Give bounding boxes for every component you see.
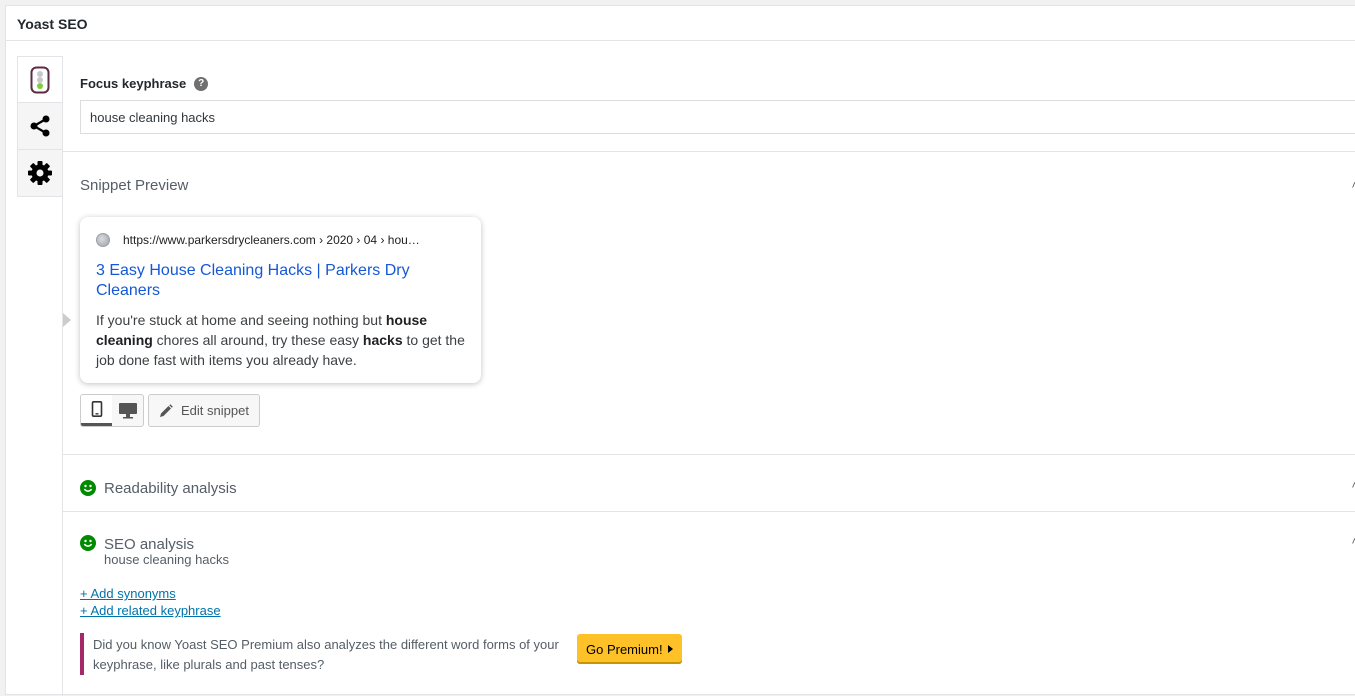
- help-icon[interactable]: ?: [194, 76, 209, 91]
- tab-seo[interactable]: [17, 56, 63, 103]
- chevron-up-icon[interactable]: ˄: [1352, 180, 1355, 192]
- tab-divider: [62, 56, 63, 696]
- globe-icon: [96, 233, 110, 247]
- tab-advanced[interactable]: [17, 150, 63, 197]
- seo-analysis-keyphrase: house cleaning hacks: [104, 552, 230, 567]
- snippet-url: https://www.parkersdrycleaners.com › 202…: [123, 233, 420, 247]
- premium-notice-text: Did you know Yoast SEO Premium also anal…: [93, 637, 559, 672]
- yoast-seo-panel: Yoast SEO Focus keyphrase ? house cleani…: [5, 5, 1355, 696]
- panel-title: Yoast SEO: [6, 6, 1355, 41]
- add-synonyms-link[interactable]: + Add synonyms: [80, 586, 176, 601]
- tab-social[interactable]: [17, 103, 63, 150]
- focus-keyphrase-input[interactable]: [80, 100, 1355, 134]
- smiley-good-icon: [80, 480, 96, 496]
- focus-keyphrase-label: Focus keyphrase ?: [80, 76, 209, 91]
- mobile-icon: [91, 401, 102, 417]
- seo-analysis-title[interactable]: SEO analysis: [104, 536, 194, 553]
- snippet-card: https://www.parkersdrycleaners.com › 202…: [80, 217, 481, 383]
- preview-mode-toggle: [80, 394, 144, 427]
- pencil-icon: [160, 403, 173, 417]
- snippet-title[interactable]: 3 Easy House Cleaning Hacks | Parkers Dr…: [96, 261, 465, 301]
- metabox-tabs: [17, 56, 63, 197]
- snippet-url-row: https://www.parkersdrycleaners.com › 202…: [96, 233, 465, 247]
- edit-snippet-button[interactable]: Edit snippet: [148, 394, 260, 427]
- gear-icon: [28, 161, 52, 185]
- add-related-keyphrase-link[interactable]: + Add related keyphrase: [80, 603, 221, 618]
- go-premium-button[interactable]: Go Premium!: [577, 634, 682, 664]
- caret-right-icon: [667, 645, 673, 653]
- chevron-up-icon[interactable]: ˄: [1352, 480, 1355, 492]
- traffic-light-icon: [30, 66, 50, 93]
- mobile-preview-button[interactable]: [81, 395, 112, 426]
- desktop-preview-button[interactable]: [112, 395, 143, 426]
- divider: [63, 151, 1355, 152]
- snippet-preview-title[interactable]: Snippet Preview: [80, 177, 188, 194]
- desktop-icon: [118, 403, 137, 419]
- snippet-description: If you're stuck at home and seeing nothi…: [96, 312, 465, 368]
- readability-analysis-title[interactable]: Readability analysis: [104, 480, 237, 497]
- share-icon: [30, 115, 50, 137]
- chevron-up-icon[interactable]: ˄: [1352, 536, 1355, 548]
- divider: [63, 511, 1355, 512]
- smiley-good-icon: [80, 535, 96, 551]
- caret-right-icon: [63, 313, 71, 327]
- divider: [63, 454, 1355, 455]
